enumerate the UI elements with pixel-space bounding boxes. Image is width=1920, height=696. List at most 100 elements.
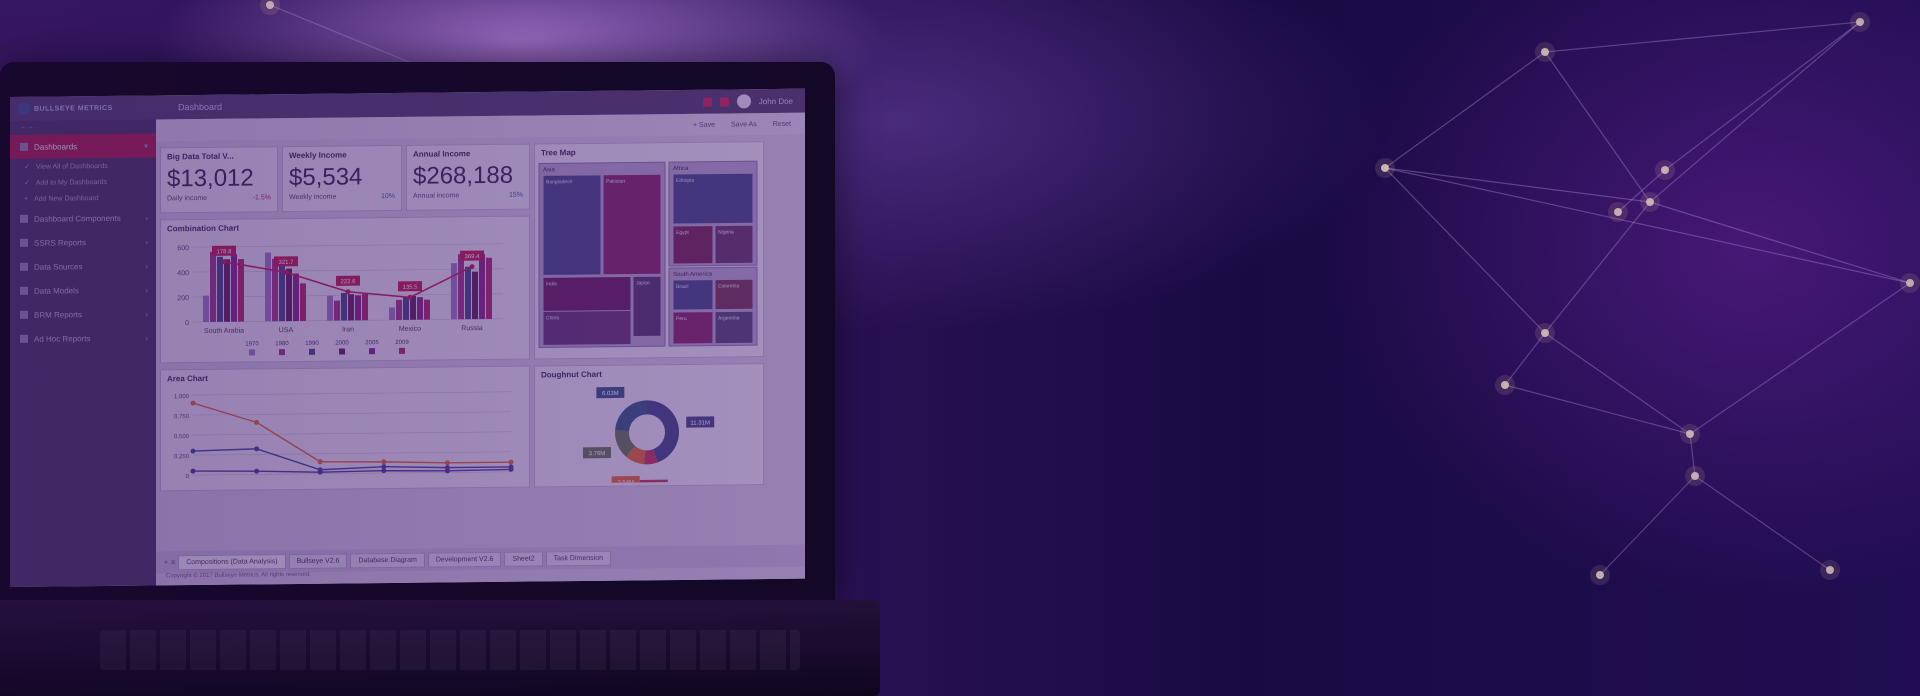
network-line [1544,21,1861,53]
dashboard-content: Big Data Total V... $13,012 Daily income… [156,134,805,552]
kpi-card[interactable]: Annual Income $268,188 Annual income 15% [406,143,530,211]
kpi-label: Daily income [167,194,208,203]
data-point [381,459,387,465]
reset-button[interactable]: Reset [773,120,791,127]
bar [334,300,340,321]
chevron-right-icon: › [145,261,148,271]
sidebar-item-dashboards[interactable]: Dashboards ▾ [10,133,156,159]
model-icon [20,286,28,295]
doughnut-chart[interactable]: 11.31M1.76M2.54M3.76M6.03M [535,381,759,491]
sidebar-toggle[interactable]: ←→ [10,119,156,135]
data-label: 3.76M [589,451,606,457]
save-button[interactable]: + Save [693,121,715,128]
tab-development[interactable]: Development V2.6 [427,551,502,568]
bar [417,297,423,320]
sidebar-item-data-sources[interactable]: Data Sources › [10,253,156,279]
tab-bullseye[interactable]: Bullseye V2.6 [288,552,348,569]
kpi-card[interactable]: Weekly Income $5,534 Weekly income 10% [282,144,402,213]
data-point [444,460,450,466]
save-as-button[interactable]: Save As [731,121,757,128]
sidebar-item-ad-hoc-reports[interactable]: Ad Hoc Reports › [10,325,156,351]
x-tick-label: Russia [461,325,483,332]
legend-label: 2000 [335,340,349,346]
tab-sheet2[interactable]: Sheet2 [504,550,543,567]
chevron-right-icon: › [145,237,148,247]
network-node [1906,279,1914,287]
sidebar-item-brm-reports[interactable]: BRM Reports › [10,301,156,327]
tab-database-diagram[interactable]: Database Diagram [350,552,425,568]
area-chart[interactable]: 1.000 0.750 0.500 0.250 0 [161,384,521,488]
bar [203,295,209,322]
add-tab-icon[interactable]: + [164,559,168,566]
bar [403,297,409,320]
data-point [190,448,196,454]
sidebar-item-dashboard-components[interactable]: Dashboard Components › [10,205,156,231]
check-icon: ✓ [24,163,30,171]
dashboard-icon [20,142,28,151]
file-icon [20,310,28,319]
sidebar-subitem-add-to-my[interactable]: ✓ Add to My Dashboards [10,173,156,191]
kpi-title: Big Data Total V... [167,151,234,162]
network-node [1646,198,1654,206]
treemap-group-label: Africa [673,166,689,172]
bar [341,292,347,321]
y-tick-label: 400 [177,270,189,277]
list-tabs-icon[interactable]: ≡ [171,559,175,566]
x-tick-label: South Arabia [204,328,244,335]
report-icon [20,238,28,247]
gridline [193,451,511,456]
bar [272,258,278,322]
legend-swatch [399,347,405,354]
tree-map-card: Tree Map Asia Africa South America Banglade… [534,141,764,360]
bullseye-logo-icon [18,102,30,115]
bar [479,254,485,320]
page-title: Dashboard [178,101,223,113]
kpi-title: Annual Income [413,149,471,159]
bar [424,299,430,320]
network-node [1686,430,1694,438]
sidebar-item-ssrs-reports[interactable]: SSRS Reports › [10,229,156,255]
sidebar-item-data-models[interactable]: Data Models › [10,277,156,303]
legend-label: 1970 [245,341,259,347]
sidebar-item-label: Dashboards [34,141,78,152]
sidebar-subitem-add-new[interactable]: + Add New Dashboard [10,189,156,207]
network-line [1544,201,1651,334]
message-icon[interactable] [719,96,729,107]
kpi-percent: 10% [380,192,395,201]
logo[interactable]: BULLSEYE METRICS [10,95,156,121]
sidebar-item-label: Data Sources [34,261,83,272]
kpi-card[interactable]: Big Data Total V... $13,012 Daily income… [160,146,278,214]
tab-compositions[interactable]: Compositions (Data Analysis) [178,553,286,570]
treemap-cell-label: Pakistan [606,179,625,185]
legend-label: 2009 [395,340,409,346]
sidebar: BULLSEYE METRICS ←→ Dashboards ▾ ✓ View A… [10,95,156,587]
tree-map[interactable]: Asia Africa South America Bangladesh Pakista… [535,159,759,353]
sidebar-item-label: SSRS Reports [34,237,87,248]
bar [396,299,402,320]
bar [362,294,368,321]
notification-icon[interactable] [702,97,712,107]
y-tick-label: 600 [177,245,189,252]
network-node [1541,48,1549,56]
user-name[interactable]: John Doe [759,96,793,105]
network-node [1661,166,1669,174]
legend-label: 1980 [275,341,289,347]
avatar[interactable] [736,94,751,109]
data-point [254,468,260,474]
network-node [1541,329,1549,337]
treemap-cell-label: China [546,315,559,321]
bar [265,252,271,322]
legend-swatch [369,348,375,355]
data-point [190,468,196,474]
tab-task-dimension[interactable]: Task Dimension [545,550,612,566]
kpi-percent: -1.5% [252,194,271,202]
kpi-value: $268,188 [413,161,514,190]
sidebar-subitem-label: Add to My Dashboards [35,178,108,187]
sidebar-subitem-view-all[interactable]: ✓ View All of Dashboards [10,157,156,175]
gridline [193,243,503,248]
network-node [1856,18,1864,26]
combination-chart[interactable]: 6004002000South Arabia USA Iran Mexico Russi… [161,234,521,360]
legend-swatch [279,349,285,356]
legend-swatch [309,348,315,355]
pie-slice [615,400,647,432]
